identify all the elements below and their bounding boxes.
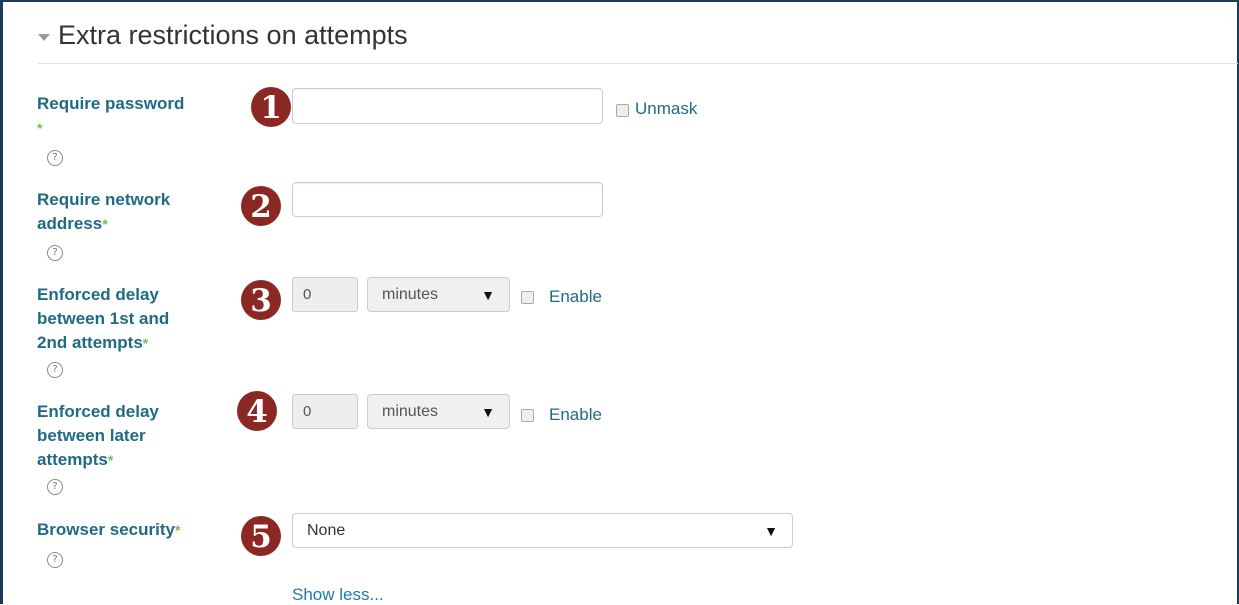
required-marker: * [37, 120, 43, 136]
help-icon[interactable]: ? [47, 245, 63, 261]
delay2-label-line2: between later [37, 426, 146, 445]
section-divider [38, 63, 1238, 64]
network-label-line1: Require network [37, 190, 171, 209]
step-badge-5: 5 [241, 516, 281, 556]
browser-security-label-text: Browser security [37, 520, 175, 539]
required-marker: * [174, 522, 181, 538]
step-badge-3: 3 [241, 280, 281, 320]
network-label-line2: address [37, 214, 103, 233]
chevron-down-icon: ▼ [481, 403, 495, 420]
delay2-label-line1: Enforced delay [37, 402, 159, 421]
delay2-number-input[interactable]: 0 [292, 394, 358, 429]
delay2-label-line3: attempts [37, 450, 108, 469]
network-label: Require network address* [37, 188, 170, 236]
required-marker: * [142, 335, 149, 351]
step-badge-4: 4 [237, 391, 277, 431]
delay2-label: Enforced delay between later attempts* [37, 400, 159, 472]
section-header[interactable]: Extra restrictions on attempts [38, 20, 408, 51]
step-badge-2: 2 [241, 186, 281, 226]
delay2-enable-label[interactable]: Enable [549, 405, 602, 425]
help-icon[interactable]: ? [47, 552, 63, 568]
delay2-unit-value: minutes [382, 402, 439, 420]
collapse-triangle-icon[interactable] [38, 34, 50, 41]
password-label: Require password [37, 92, 184, 116]
browser-security-select[interactable]: None ▼ [292, 513, 793, 548]
delay1-label-line1: Enforced delay [37, 285, 159, 304]
required-marker: * [102, 216, 108, 232]
delay1-label-line3: 2nd attempts [37, 333, 143, 352]
delay1-label-line2: between 1st and [37, 309, 170, 328]
browser-security-value: None [307, 521, 346, 539]
unmask-label[interactable]: Unmask [635, 99, 697, 119]
delay1-number-input[interactable]: 0 [292, 277, 358, 312]
help-icon[interactable]: ? [47, 150, 63, 166]
unmask-checkbox[interactable] [616, 104, 629, 117]
section-title: Extra restrictions on attempts [58, 20, 408, 50]
chevron-down-icon: ▼ [481, 286, 495, 303]
delay2-enable-checkbox[interactable] [521, 409, 534, 422]
network-address-input[interactable] [292, 182, 603, 217]
delay1-enable-label[interactable]: Enable [549, 287, 602, 307]
delay2-unit-select[interactable]: minutes ▼ [367, 394, 510, 429]
required-marker: * [107, 452, 114, 468]
password-label-text: Require password [37, 94, 185, 113]
delay1-unit-select[interactable]: minutes ▼ [367, 277, 510, 312]
password-input[interactable] [292, 88, 603, 124]
chevron-down-icon: ▼ [764, 522, 778, 539]
help-icon[interactable]: ? [47, 479, 63, 495]
step-badge-1: 1 [251, 87, 291, 127]
help-icon[interactable]: ? [47, 362, 63, 378]
delay1-label: Enforced delay between 1st and 2nd attem… [37, 283, 169, 355]
delay1-enable-checkbox[interactable] [521, 291, 534, 304]
delay1-unit-value: minutes [382, 285, 439, 303]
show-less-link[interactable]: Show less... [292, 585, 384, 605]
browser-security-label: Browser security* [37, 518, 180, 542]
